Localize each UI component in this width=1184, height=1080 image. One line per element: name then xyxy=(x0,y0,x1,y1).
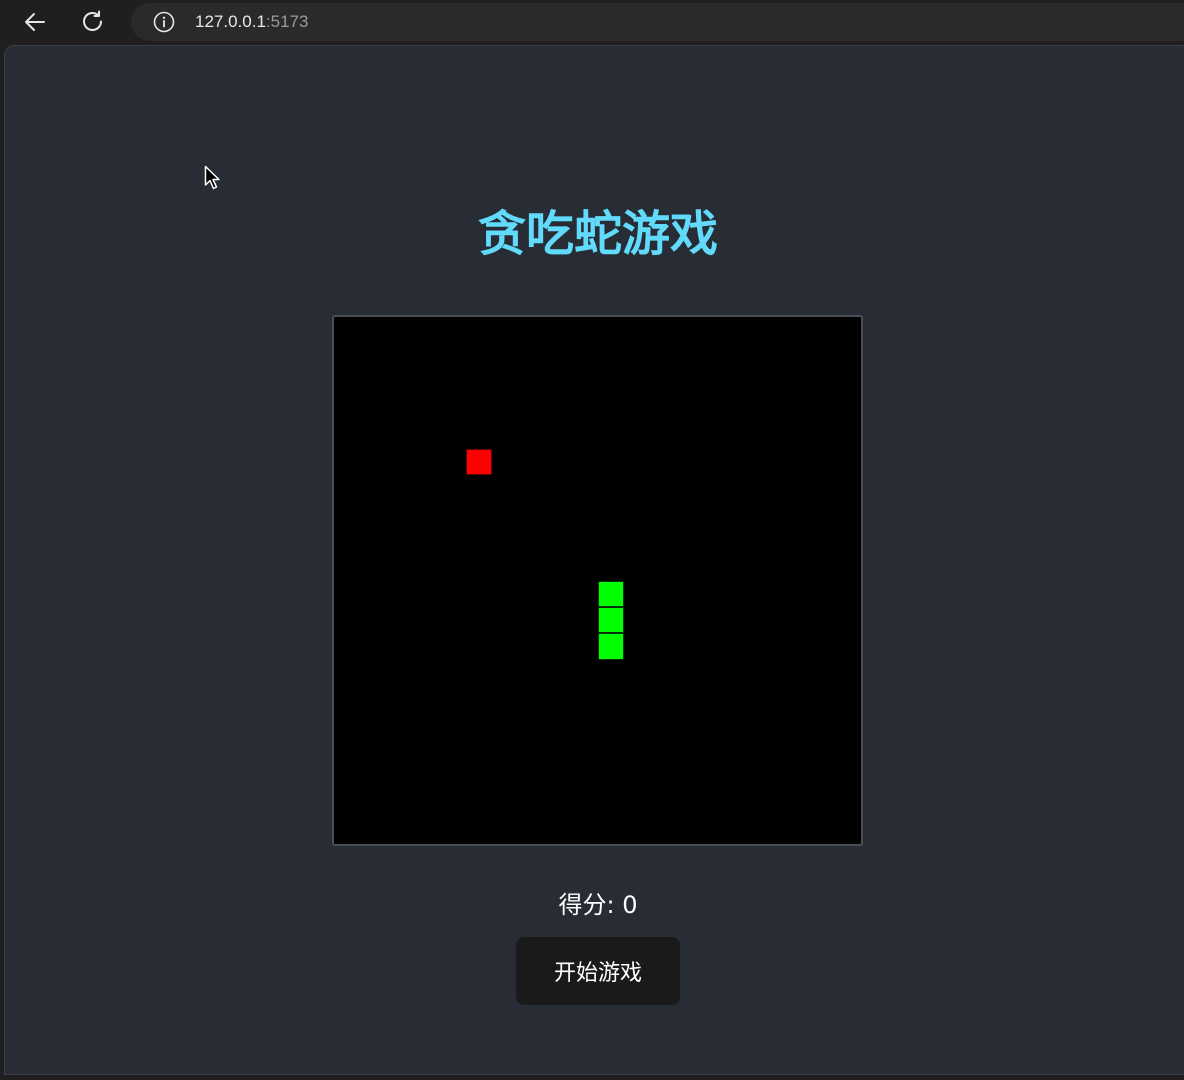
mouse-cursor-icon xyxy=(204,165,220,190)
reload-icon xyxy=(83,10,102,31)
info-icon[interactable] xyxy=(153,11,175,33)
url-port: :5173 xyxy=(265,12,309,31)
score-display: 得分: 0 xyxy=(558,891,638,919)
url-host: 127.0.0.1 xyxy=(195,12,266,31)
browser-toolbar: 127.0.0.1:5173 xyxy=(0,0,1184,44)
back-arrow-icon xyxy=(25,13,45,31)
game-board[interactable] xyxy=(332,315,863,846)
snake-segment xyxy=(597,606,624,634)
food-item xyxy=(465,448,493,476)
page-title: 贪吃蛇游戏 xyxy=(477,206,718,262)
url-text[interactable]: 127.0.0.1:5173 xyxy=(195,12,308,32)
reload-button[interactable] xyxy=(77,6,109,38)
address-bar[interactable]: 127.0.0.1:5173 xyxy=(131,3,1184,41)
back-button[interactable] xyxy=(19,6,51,38)
snake-segment xyxy=(597,633,624,660)
snake-head xyxy=(597,580,624,607)
start-game-button[interactable]: 开始游戏 xyxy=(516,937,680,1005)
